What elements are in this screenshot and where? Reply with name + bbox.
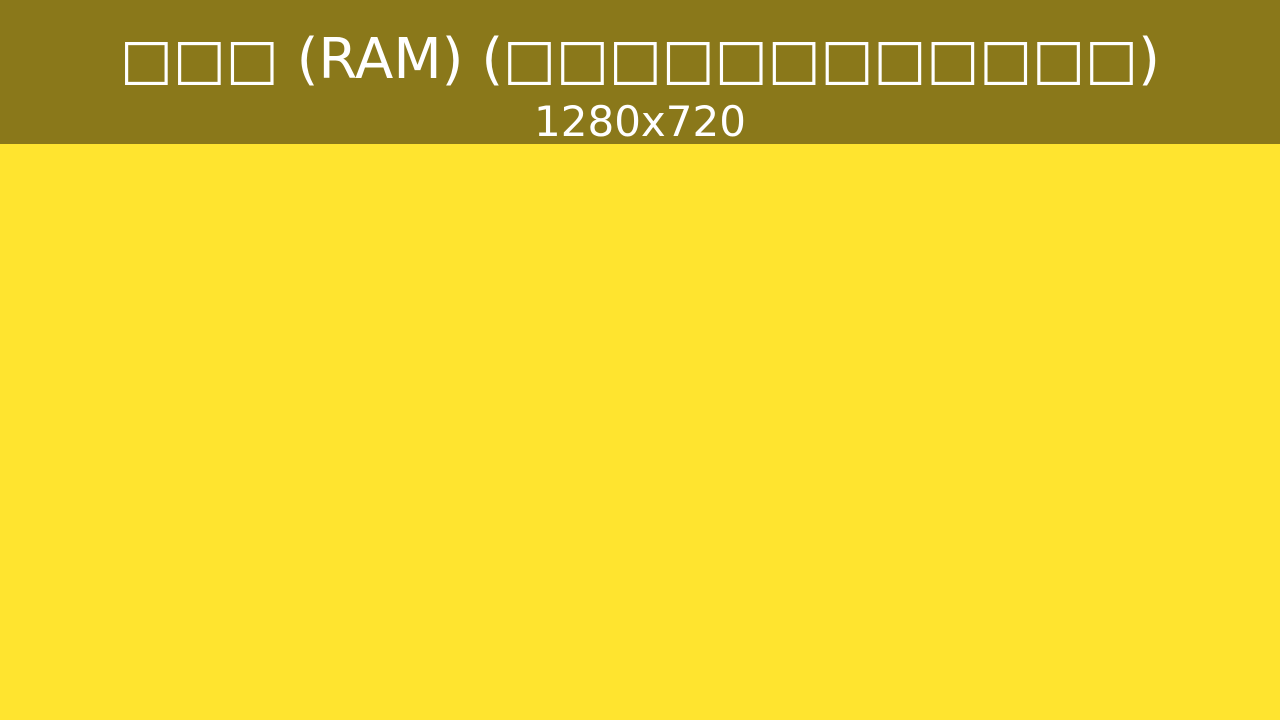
resolution-label: 1280x720 [534, 97, 746, 146]
content-area [0, 144, 1280, 720]
page-title: □□□ (RAM) (□□□□□□□□□□□□) [120, 27, 1160, 92]
header-banner: □□□ (RAM) (□□□□□□□□□□□□) 1280x720 [0, 0, 1280, 146]
